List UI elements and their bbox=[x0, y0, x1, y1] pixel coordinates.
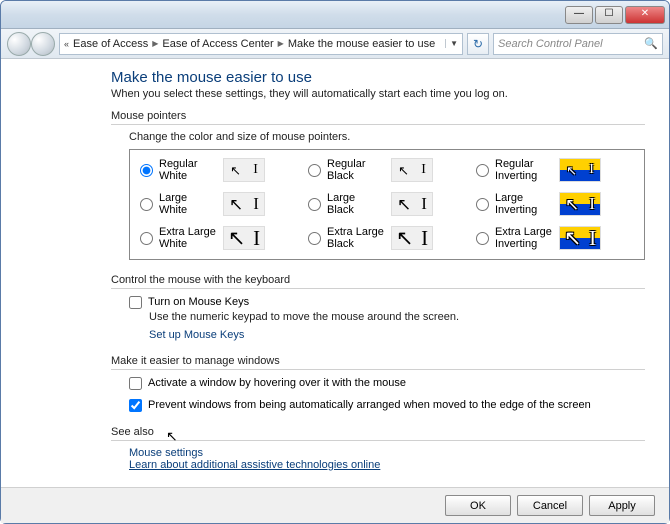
radio-large-inverting[interactable] bbox=[476, 198, 489, 211]
label-mouse-keys[interactable]: Turn on Mouse Keys bbox=[148, 295, 249, 309]
pointer-preview: ↖I bbox=[223, 226, 265, 250]
radio-large-black[interactable] bbox=[308, 198, 321, 211]
pointer-label: Regular Black bbox=[327, 158, 385, 182]
divider bbox=[111, 440, 645, 441]
minimize-button[interactable]: — bbox=[565, 6, 593, 24]
group-mouse-pointers: Mouse pointers bbox=[111, 110, 645, 122]
navbar: « Ease of Access ▶ Ease of Access Center… bbox=[1, 29, 669, 59]
close-button[interactable]: ✕ bbox=[625, 6, 665, 24]
checkbox-mouse-keys[interactable] bbox=[129, 296, 142, 309]
group-see-also: See also bbox=[111, 426, 645, 438]
label-activate-hover[interactable]: Activate a window by hovering over it wi… bbox=[148, 376, 406, 390]
ok-button[interactable]: OK bbox=[445, 495, 511, 516]
pointer-label: Large Black bbox=[327, 192, 385, 216]
crumb-current[interactable]: Make the mouse easier to use bbox=[288, 38, 435, 50]
button-bar: OK Cancel Apply bbox=[1, 487, 669, 523]
cancel-button[interactable]: Cancel bbox=[517, 495, 583, 516]
chevron-right-icon: ▶ bbox=[152, 39, 158, 48]
pointer-option-large-black[interactable]: Large Black ↖I bbox=[308, 192, 466, 216]
pointer-preview: ↖I bbox=[223, 192, 265, 216]
radio-xlarge-inverting[interactable] bbox=[476, 232, 489, 245]
pointer-option-large-inverting[interactable]: Large Inverting ↖I bbox=[476, 192, 634, 216]
link-setup-mouse-keys[interactable]: Set up Mouse Keys bbox=[149, 329, 244, 341]
checkbox-prevent-arrange[interactable] bbox=[129, 399, 142, 412]
radio-regular-white[interactable] bbox=[140, 164, 153, 177]
radio-regular-inverting[interactable] bbox=[476, 164, 489, 177]
pointer-option-xlarge-inverting[interactable]: Extra Large Inverting ↖I bbox=[476, 226, 634, 250]
breadcrumb[interactable]: « Ease of Access ▶ Ease of Access Center… bbox=[59, 33, 463, 55]
content-area: Make the mouse easier to use When you se… bbox=[1, 59, 669, 487]
pointer-option-xlarge-white[interactable]: Extra Large White ↖I bbox=[140, 226, 298, 250]
titlebar: — ☐ ✕ bbox=[1, 1, 669, 29]
window-controls: — ☐ ✕ bbox=[563, 6, 669, 24]
radio-xlarge-black[interactable] bbox=[308, 232, 321, 245]
page-title: Make the mouse easier to use bbox=[111, 69, 645, 86]
pointer-option-large-white[interactable]: Large White ↖I bbox=[140, 192, 298, 216]
pointer-preview: ↖I bbox=[223, 158, 265, 182]
mouse-keys-desc: Use the numeric keypad to move the mouse… bbox=[149, 311, 645, 323]
pointer-options-box: Regular White ↖I Regular Black ↖I Regula… bbox=[129, 149, 645, 260]
pointer-label: Extra Large Inverting bbox=[495, 226, 553, 250]
pointers-hint: Change the color and size of mouse point… bbox=[129, 131, 645, 143]
divider bbox=[111, 288, 645, 289]
pointer-label: Large Inverting bbox=[495, 192, 553, 216]
search-icon: 🔍 bbox=[644, 37, 658, 50]
breadcrumb-root-icon[interactable]: « bbox=[64, 39, 69, 49]
label-prevent-arrange[interactable]: Prevent windows from being automatically… bbox=[148, 398, 591, 412]
back-button[interactable] bbox=[7, 32, 31, 56]
pointer-preview: ↖I bbox=[391, 158, 433, 182]
radio-regular-black[interactable] bbox=[308, 164, 321, 177]
pointer-option-regular-black[interactable]: Regular Black ↖I bbox=[308, 158, 466, 182]
pointer-label: Extra Large Black bbox=[327, 226, 385, 250]
pointer-label: Regular Inverting bbox=[495, 158, 553, 182]
pointer-option-xlarge-black[interactable]: Extra Large Black ↖I bbox=[308, 226, 466, 250]
crumb-ease-center[interactable]: Ease of Access Center bbox=[162, 38, 273, 50]
refresh-button[interactable]: ↻ bbox=[467, 33, 489, 55]
pointer-label: Regular White bbox=[159, 158, 217, 182]
radio-xlarge-white[interactable] bbox=[140, 232, 153, 245]
pointer-label: Large White bbox=[159, 192, 217, 216]
pointer-preview: ↖I bbox=[391, 226, 433, 250]
pointer-option-regular-inverting[interactable]: Regular Inverting ↖I bbox=[476, 158, 634, 182]
chevron-right-icon: ▶ bbox=[278, 39, 284, 48]
divider bbox=[111, 369, 645, 370]
radio-large-white[interactable] bbox=[140, 198, 153, 211]
link-assistive-tech[interactable]: Learn about additional assistive technol… bbox=[129, 459, 380, 471]
pointer-option-regular-white[interactable]: Regular White ↖I bbox=[140, 158, 298, 182]
pointer-preview: ↖I bbox=[559, 158, 601, 182]
search-placeholder: Search Control Panel bbox=[498, 38, 603, 50]
link-mouse-settings[interactable]: Mouse settings bbox=[129, 447, 203, 459]
apply-button[interactable]: Apply bbox=[589, 495, 655, 516]
group-keyboard-control: Control the mouse with the keyboard bbox=[111, 274, 645, 286]
pointer-label: Extra Large White bbox=[159, 226, 217, 250]
crumb-ease-of-access[interactable]: Ease of Access bbox=[73, 38, 148, 50]
pointer-preview: ↖I bbox=[391, 192, 433, 216]
divider bbox=[111, 124, 645, 125]
search-input[interactable]: Search Control Panel 🔍 bbox=[493, 33, 663, 55]
group-manage-windows: Make it easier to manage windows bbox=[111, 355, 645, 367]
pointer-preview: ↖I bbox=[559, 226, 601, 250]
checkbox-activate-hover[interactable] bbox=[129, 377, 142, 390]
page-subtitle: When you select these settings, they wil… bbox=[111, 88, 645, 100]
forward-button[interactable] bbox=[31, 32, 55, 56]
breadcrumb-dropdown-icon[interactable]: ▼ bbox=[445, 39, 458, 48]
pointer-preview: ↖I bbox=[559, 192, 601, 216]
maximize-button[interactable]: ☐ bbox=[595, 6, 623, 24]
